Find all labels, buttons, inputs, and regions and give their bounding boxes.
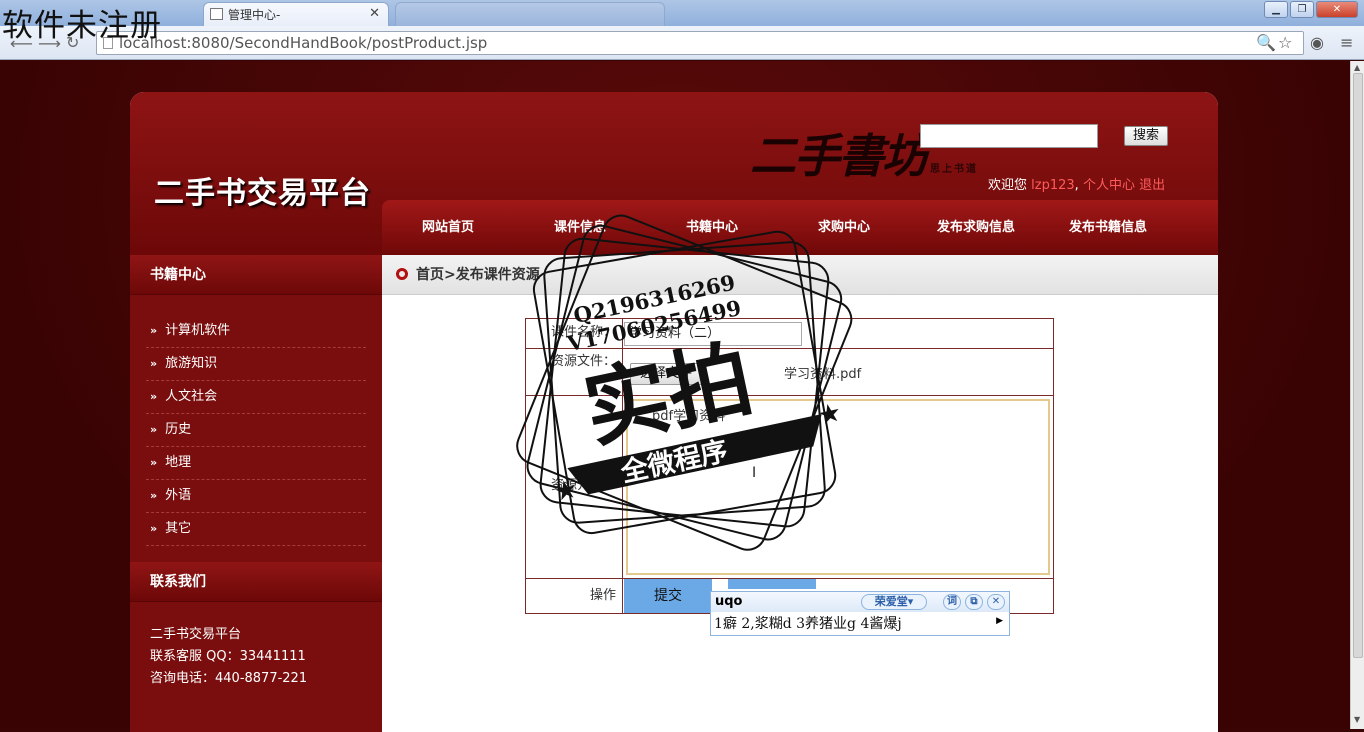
zoom-icon[interactable]: 🔍 — [1256, 33, 1276, 52]
sidebar-item-humanities[interactable]: » 人文社会 — [146, 381, 366, 414]
ime-dictionary-button[interactable]: 词 — [943, 594, 961, 610]
sidebar-item-travel[interactable]: » 旅游知识 — [146, 348, 366, 381]
title-label: 课件名称： — [526, 319, 623, 348]
sidebar-item-language[interactable]: » 外语 — [146, 480, 366, 513]
action-label: 操作 — [526, 579, 623, 614]
browser-tab-active[interactable]: 管理中心- ✕ — [203, 2, 389, 26]
logo-slogan: 思上书道 — [930, 164, 978, 175]
main-nav: 网站首页 课件信息 书籍中心 求购中心 发布求购信息 发布书籍信息 — [382, 200, 1218, 255]
site-container: 二手书交易平台 二手書坊 思上书道 搜索 欢迎您 lzp123, 个人中心 退出 … — [130, 92, 1218, 732]
search-input[interactable] — [920, 124, 1098, 148]
contact-line: 联系客服 QQ：33441111 — [150, 649, 306, 664]
search-button[interactable]: 搜索 — [1124, 126, 1168, 146]
scroll-down-icon[interactable]: ▼ — [1354, 715, 1360, 724]
choose-file-button[interactable]: 选择文件 — [630, 363, 702, 385]
chevron-right-icon: » — [150, 522, 158, 535]
nav-books[interactable]: 书籍中心 — [646, 200, 778, 255]
sidebar-item-computer[interactable]: » 计算机软件 — [146, 315, 366, 348]
site-brand[interactable]: 二手书交易平台 — [154, 168, 371, 212]
ime-header: uqo 荣爱堂▾ 词 ⧉ ✕ — [711, 592, 1009, 612]
welcome-text: 欢迎您 — [988, 178, 1028, 193]
url-text: localhost:8080/SecondHandBook/postProduc… — [119, 34, 488, 52]
title-input[interactable]: 学习资料（二） — [624, 322, 802, 346]
nav-post-wanted[interactable]: 发布求购信息 — [910, 200, 1042, 255]
form-row-desc: 资源介绍： pdf学习资料 — [526, 396, 1053, 579]
sidebar-item-geography[interactable]: » 地理 — [146, 447, 366, 480]
tab-close-icon[interactable]: ✕ — [369, 6, 380, 21]
nav-wanted[interactable]: 求购中心 — [778, 200, 910, 255]
chevron-right-icon: » — [150, 324, 158, 337]
scroll-up-icon[interactable]: ▲ — [1354, 63, 1360, 72]
contact-info: 二手书交易平台 联系客服 QQ：33441111 咨询电话：440-8877-2… — [130, 602, 382, 690]
profile-link[interactable]: 个人中心 — [1083, 178, 1135, 193]
nav-home[interactable]: 网站首页 — [382, 200, 514, 255]
ime-candidates[interactable]: 1癖 2,浆糊d 3养猪业g 4酱爆j — [711, 612, 1009, 636]
browser-tab-inactive[interactable] — [395, 2, 665, 26]
reset-button[interactable] — [728, 579, 816, 589]
sidebar-item-label: 历史 — [165, 422, 192, 437]
extension-icon[interactable]: ◉ — [1310, 33, 1324, 52]
sidebar-item-label: 人文社会 — [165, 389, 218, 404]
desc-label: 资源介绍： — [526, 396, 623, 578]
site-header: 二手书交易平台 二手書坊 思上书道 搜索 欢迎您 lzp123, 个人中心 退出 … — [130, 92, 1218, 255]
tab-title: 管理中心- — [228, 8, 281, 22]
ime-candidate-popup: uqo 荣爱堂▾ 词 ⧉ ✕ 1癖 2,浆糊d 3养猪业g 4酱爆j ▶ — [710, 591, 1010, 636]
contact-line: 二手书交易平台 — [150, 627, 242, 642]
sidebar-item-label: 计算机软件 — [165, 323, 231, 338]
title-cell: 学习资料（二） — [624, 319, 1053, 348]
maximize-icon[interactable]: ❐ — [1290, 1, 1314, 18]
form-row-file: 资源文件： 选择文件 学习资料.pdf — [526, 349, 1053, 396]
sidebar-item-label: 其它 — [165, 521, 192, 536]
chevron-right-icon: » — [150, 357, 158, 370]
file-name: 学习资料.pdf — [784, 367, 862, 382]
chevron-right-icon: » — [150, 456, 158, 469]
window-controls: ▁ ❐ ✕ — [1264, 1, 1358, 18]
ime-copy-icon[interactable]: ⧉ — [965, 594, 983, 610]
upload-form: 课件名称： 学习资料（二） 资源文件： 选择文件 学习资料.pdf 资源介绍： … — [525, 318, 1054, 614]
page-icon — [210, 8, 223, 20]
submit-button[interactable]: 提交 — [624, 579, 712, 613]
ime-pinyin: uqo — [715, 594, 743, 609]
ime-skin-button[interactable]: 荣爱堂▾ — [861, 594, 927, 610]
scrollbar-thumb[interactable] — [1353, 73, 1363, 658]
breadcrumb-text[interactable]: 首页>发布课件资源 — [416, 267, 540, 283]
file-label: 资源文件： — [526, 349, 623, 395]
welcome-separator: , — [1074, 178, 1079, 193]
desc-cell: pdf学习资料 — [624, 396, 1053, 578]
chevron-right-icon: » — [150, 390, 158, 403]
form-row-title: 课件名称： 学习资料（二） — [526, 319, 1053, 349]
minimize-icon[interactable]: ▁ — [1264, 1, 1288, 18]
description-textarea[interactable]: pdf学习资料 — [626, 399, 1050, 575]
ime-close-icon[interactable]: ✕ — [987, 594, 1005, 610]
nav-post-book[interactable]: 发布书籍信息 — [1042, 200, 1174, 255]
window-close-icon[interactable]: ✕ — [1316, 1, 1358, 18]
vertical-scrollbar[interactable]: ▲ ▼ — [1350, 61, 1364, 729]
text-cursor-icon: I — [752, 465, 757, 481]
sidebar-item-label: 外语 — [165, 488, 192, 503]
sidebar-item-other[interactable]: » 其它 — [146, 513, 366, 546]
ime-next-page-icon[interactable]: ▶ — [996, 616, 1003, 626]
contact-line: 咨询电话：440-8877-221 — [150, 671, 308, 686]
logout-link[interactable]: 退出 — [1139, 178, 1165, 193]
chevron-right-icon: » — [150, 489, 158, 502]
sidebar: 书籍中心 » 计算机软件 » 旅游知识 » 人文社会 » 历史 » 地理 » 外语 » 其它 … — [130, 255, 382, 732]
unregistered-watermark: 软件未注册 — [2, 8, 162, 44]
bookmark-star-icon[interactable]: ☆ — [1278, 33, 1292, 52]
sidebar-title: 书籍中心 — [130, 255, 382, 295]
menu-icon[interactable]: ≡ — [1340, 33, 1353, 52]
breadcrumb: 首页>发布课件资源 — [382, 255, 1218, 295]
logo-text: 二手書坊 — [750, 129, 928, 183]
username-link[interactable]: lzp123 — [1031, 178, 1075, 193]
category-list: » 计算机软件 » 旅游知识 » 人文社会 » 历史 » 地理 » 外语 » 其它 — [130, 295, 382, 546]
welcome-bar: 欢迎您 lzp123, 个人中心 退出 — [988, 174, 1165, 193]
nav-courseware[interactable]: 课件信息 — [514, 200, 646, 255]
contact-title: 联系我们 — [130, 562, 382, 602]
sidebar-item-label: 旅游知识 — [165, 356, 218, 371]
location-pin-icon — [396, 268, 408, 280]
file-cell: 选择文件 学习资料.pdf — [624, 349, 1053, 395]
chevron-right-icon: » — [150, 423, 158, 436]
sidebar-item-label: 地理 — [165, 455, 192, 470]
sidebar-item-history[interactable]: » 历史 — [146, 414, 366, 447]
address-bar[interactable]: localhost:8080/SecondHandBook/postProduc… — [96, 31, 1304, 55]
